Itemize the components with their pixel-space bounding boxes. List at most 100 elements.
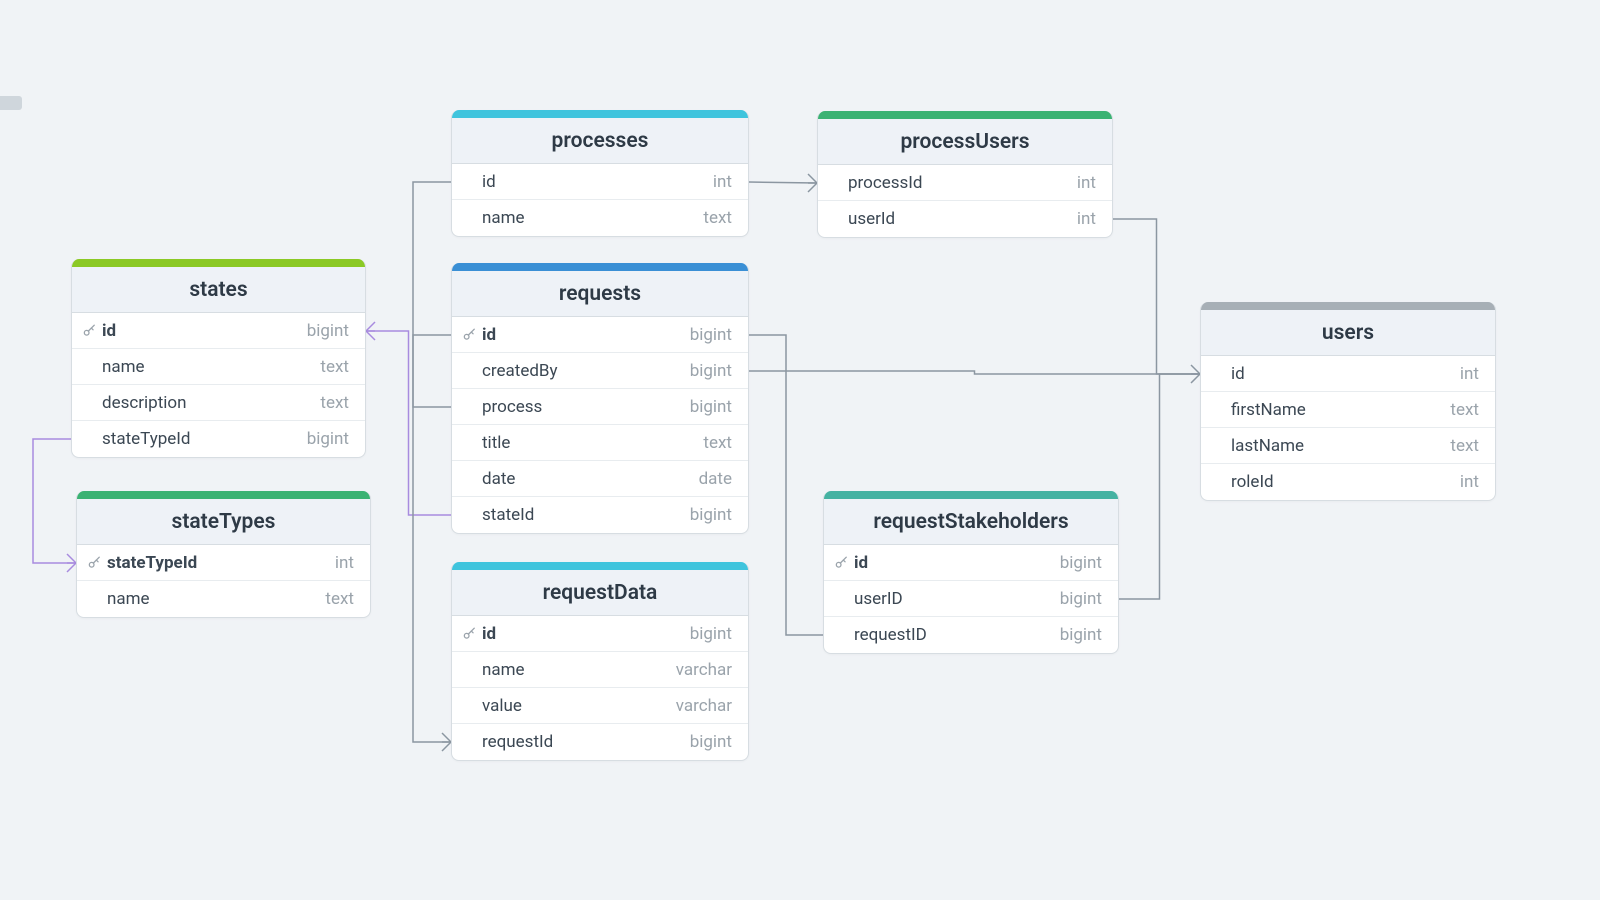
table-states[interactable]: states id bigint name text description text sta… bbox=[71, 259, 366, 458]
column-row[interactable]: id bigint bbox=[72, 313, 365, 349]
column-type: bigint bbox=[1060, 589, 1102, 609]
column-name: processId bbox=[848, 173, 923, 193]
table-requests[interactable]: requests id bigint createdBy bigint process bi… bbox=[451, 263, 749, 534]
column-row[interactable]: description text bbox=[72, 385, 365, 421]
table-header: users bbox=[1201, 302, 1495, 356]
table-header: processes bbox=[452, 110, 748, 164]
column-type: text bbox=[325, 589, 354, 609]
key-icon bbox=[834, 556, 848, 570]
column-name: process bbox=[482, 397, 542, 417]
column-type: bigint bbox=[690, 397, 732, 417]
column-row[interactable]: requestID bigint bbox=[824, 617, 1118, 653]
column-type: text bbox=[1450, 436, 1479, 456]
column-type: int bbox=[713, 172, 732, 192]
column-type: text bbox=[320, 357, 349, 377]
column-name: description bbox=[102, 393, 187, 413]
column-type: bigint bbox=[690, 361, 732, 381]
column-row[interactable]: createdBy bigint bbox=[452, 353, 748, 389]
column-row[interactable]: value varchar bbox=[452, 688, 748, 724]
column-row[interactable]: stateTypeId int bbox=[77, 545, 370, 581]
column-row[interactable]: lastName text bbox=[1201, 428, 1495, 464]
column-row[interactable]: userID bigint bbox=[824, 581, 1118, 617]
table-header: requestData bbox=[452, 562, 748, 616]
table-stateTypes[interactable]: stateTypesstateTypeIdintnametext bbox=[76, 491, 371, 618]
column-name: id bbox=[482, 624, 496, 644]
column-name: stateTypeId bbox=[107, 553, 197, 573]
key-icon bbox=[462, 627, 476, 641]
column-name: name bbox=[482, 208, 525, 228]
column-row[interactable]: date date bbox=[452, 461, 748, 497]
column-row[interactable]: name varchar bbox=[452, 652, 748, 688]
column-type: bigint bbox=[690, 732, 732, 752]
column-name: userId bbox=[848, 209, 895, 229]
column-type: date bbox=[699, 469, 732, 489]
column-name: value bbox=[482, 696, 522, 716]
table-header: requests bbox=[452, 263, 748, 317]
column-name: name bbox=[482, 660, 525, 680]
column-type: int bbox=[1077, 209, 1096, 229]
key-icon bbox=[462, 328, 476, 342]
column-type: bigint bbox=[1060, 553, 1102, 573]
column-name: userID bbox=[854, 589, 903, 609]
column-name: stateTypeId bbox=[102, 429, 191, 449]
table-users[interactable]: users id int firstNametext lastName text roleI… bbox=[1200, 302, 1496, 501]
table-header: states bbox=[72, 259, 365, 313]
column-type: varchar bbox=[676, 696, 732, 716]
column-type: int bbox=[1077, 173, 1096, 193]
column-row[interactable]: name text bbox=[452, 200, 748, 236]
column-row[interactable]: id bigint bbox=[452, 317, 748, 353]
column-type: bigint bbox=[690, 624, 732, 644]
table-header: requestStakeholders bbox=[824, 491, 1118, 545]
column-name: requestId bbox=[482, 732, 553, 752]
key-icon bbox=[82, 324, 96, 338]
column-row[interactable]: id int bbox=[452, 164, 748, 200]
table-requestData[interactable]: requestData id bigint name varchar value varch… bbox=[451, 562, 749, 761]
table-processes[interactable]: processes id int name text bbox=[451, 110, 749, 237]
column-name: createdBy bbox=[482, 361, 558, 381]
column-name: date bbox=[482, 469, 515, 489]
column-type: bigint bbox=[307, 429, 349, 449]
tab-stub bbox=[0, 96, 22, 110]
column-name: id bbox=[1231, 364, 1245, 384]
column-row[interactable]: stateTypeId bigint bbox=[72, 421, 365, 457]
column-name: id bbox=[482, 172, 496, 192]
column-type: text bbox=[1450, 400, 1479, 420]
column-type: bigint bbox=[1060, 625, 1102, 645]
column-type: int bbox=[1460, 364, 1479, 384]
table-processUsers[interactable]: processUsers processId int userId int bbox=[817, 111, 1113, 238]
column-row[interactable]: userId int bbox=[818, 201, 1112, 237]
column-name: roleId bbox=[1231, 472, 1274, 492]
table-requestStakeholders[interactable]: requestStakeholdersidbigintuserIDbigintr… bbox=[823, 491, 1119, 654]
column-row[interactable]: id bigint bbox=[452, 616, 748, 652]
column-type: int bbox=[335, 553, 354, 573]
column-row[interactable]: roleId int bbox=[1201, 464, 1495, 500]
column-type: bigint bbox=[307, 321, 349, 341]
column-name: requestID bbox=[854, 625, 927, 645]
column-name: id bbox=[854, 553, 868, 573]
column-type: text bbox=[703, 208, 732, 228]
column-name: name bbox=[107, 589, 150, 609]
column-name: id bbox=[482, 325, 496, 345]
column-type: int bbox=[1460, 472, 1479, 492]
column-type: text bbox=[703, 433, 732, 453]
column-name: title bbox=[482, 433, 510, 453]
column-type: text bbox=[320, 393, 349, 413]
column-name: lastName bbox=[1231, 436, 1304, 456]
column-row[interactable]: id bigint bbox=[824, 545, 1118, 581]
table-header: processUsers bbox=[818, 111, 1112, 165]
column-type: varchar bbox=[676, 660, 732, 680]
column-row[interactable]: id int bbox=[1201, 356, 1495, 392]
column-row[interactable]: name text bbox=[77, 581, 370, 617]
column-name: id bbox=[102, 321, 116, 341]
column-row[interactable]: firstNametext bbox=[1201, 392, 1495, 428]
column-row[interactable]: title text bbox=[452, 425, 748, 461]
column-row[interactable]: requestId bigint bbox=[452, 724, 748, 760]
column-name: stateId bbox=[482, 505, 534, 525]
column-row[interactable]: stateIdbigint bbox=[452, 497, 748, 533]
column-name: name bbox=[102, 357, 145, 377]
column-type: bigint bbox=[690, 325, 732, 345]
column-row[interactable]: name text bbox=[72, 349, 365, 385]
key-icon bbox=[87, 556, 101, 570]
column-row[interactable]: processId int bbox=[818, 165, 1112, 201]
column-row[interactable]: process bigint bbox=[452, 389, 748, 425]
